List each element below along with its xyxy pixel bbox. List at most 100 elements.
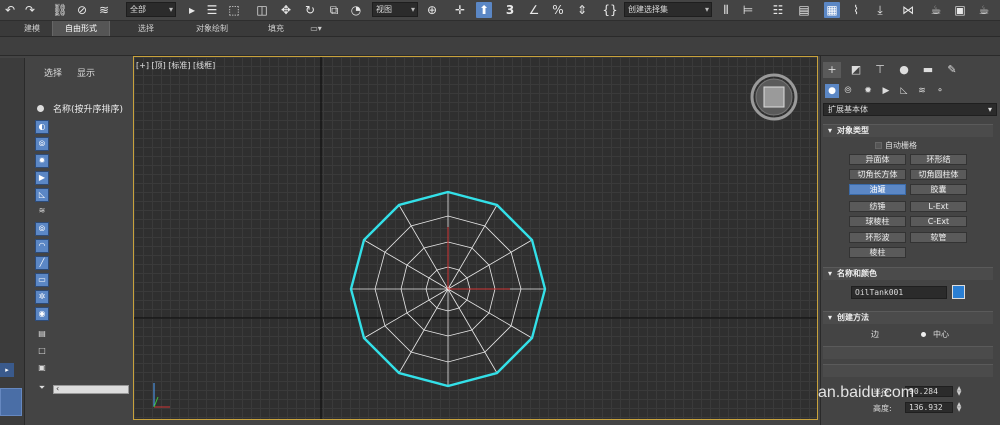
button-spindle[interactable]: 纺锤	[849, 201, 906, 212]
material-editor-icon[interactable]: ⋈	[900, 2, 916, 18]
rollout-creation-method[interactable]: 创建方法	[823, 311, 993, 324]
layer-manager-icon[interactable]: ☷	[770, 2, 786, 18]
unlink-icon[interactable]: ⊘	[74, 2, 90, 18]
align-icon[interactable]: ⊨	[740, 2, 756, 18]
spinner-snap-icon[interactable]: ⇕	[574, 2, 590, 18]
reference-coordinate-dropdown[interactable]: 视图	[372, 2, 418, 17]
rectangular-selection-icon[interactable]: ⬚	[226, 2, 242, 18]
transform-gizmo-icon[interactable]: ✛	[452, 2, 468, 18]
mirror-icon[interactable]: ⫴	[718, 2, 734, 18]
render-frame-icon[interactable]: ▣	[952, 2, 968, 18]
tab-display[interactable]: ▬	[919, 62, 937, 78]
select-none-icon[interactable]: □	[35, 345, 49, 359]
helpers-icon[interactable]: ◺	[897, 84, 911, 98]
height-spinner[interactable]: 136.932	[905, 402, 953, 413]
display-lights-icon[interactable]: ✹	[35, 154, 49, 168]
select-by-name-icon[interactable]: ☰	[204, 2, 220, 18]
filter-icon[interactable]: ⏷	[35, 382, 49, 396]
systems-icon[interactable]: ⚬	[933, 84, 947, 98]
curve-editor-icon[interactable]: ⌇	[848, 2, 864, 18]
object-color-swatch[interactable]	[952, 285, 965, 299]
display-geometry-icon[interactable]: ◐	[35, 120, 49, 134]
tab-freeform[interactable]: 自由形式	[52, 21, 110, 36]
tab-modeling[interactable]: 建模	[14, 21, 50, 36]
named-selection-set-dropdown[interactable]: 创建选择集	[624, 2, 712, 17]
name-column-header[interactable]: 名称(按升序排序)	[53, 102, 123, 115]
autogrid-checkbox[interactable]	[875, 142, 882, 149]
button-chamfer-cylinder[interactable]: 切角圆柱体	[910, 169, 967, 180]
horizontal-scrollbar[interactable]: ‹	[53, 384, 129, 394]
menu-select[interactable]: 选择	[44, 66, 62, 79]
rollout-keyboard-entry[interactable]	[823, 346, 993, 359]
tab-modify[interactable]: ◩	[847, 62, 865, 78]
tab-hierarchy[interactable]: ⊤	[871, 62, 889, 78]
tab-motion[interactable]: ●	[895, 62, 913, 78]
height-spinner-arrows[interactable]: ▲ ▼	[955, 402, 963, 413]
display-containers-icon[interactable]: ▭	[35, 273, 49, 287]
button-hedra[interactable]: 异面体	[849, 154, 906, 165]
display-xrefs-icon[interactable]: ◠	[35, 239, 49, 253]
display-spacewarps-icon[interactable]: ≋	[35, 205, 49, 219]
scale-icon[interactable]: ⧉	[326, 2, 342, 18]
rollout-object-type[interactable]: 对象类型	[823, 124, 993, 137]
button-c-ext[interactable]: C-Ext	[910, 216, 967, 227]
tab-populate[interactable]: 填充	[258, 21, 294, 36]
placement-icon[interactable]: ◔	[348, 2, 364, 18]
undo-icon[interactable]: ↶	[2, 2, 18, 18]
display-helpers-icon[interactable]: ◺	[35, 188, 49, 202]
tab-selection[interactable]: 选择	[126, 21, 166, 36]
window-crossing-icon[interactable]: ◫	[254, 2, 270, 18]
snap-toggle-icon[interactable]: 3	[502, 2, 518, 18]
creation-center-radio[interactable]	[921, 332, 926, 337]
lights-icon[interactable]: ✹	[861, 84, 875, 98]
keyboard-shortcut-override-icon[interactable]: ⬆	[476, 2, 492, 18]
category-dropdown[interactable]: 扩展基本体 ▾	[823, 103, 997, 116]
display-bones-icon[interactable]: ╱	[35, 256, 49, 270]
graphite-toolbar-icon[interactable]: ▦	[824, 2, 840, 18]
schematic-view-icon[interactable]: ⤓	[872, 2, 888, 18]
rollout-parameters[interactable]	[823, 364, 993, 377]
button-prism[interactable]: 棱柱	[849, 247, 906, 258]
bind-spacewarp-icon[interactable]: ≋	[96, 2, 112, 18]
button-capsule[interactable]: 胶囊	[910, 184, 967, 195]
display-shapes-icon[interactable]: ⦾	[35, 137, 49, 151]
button-oil-tank[interactable]: 油罐	[849, 184, 906, 195]
display-cameras-icon[interactable]: ▶	[35, 171, 49, 185]
cameras-icon[interactable]: ▶	[879, 84, 893, 98]
explorer-tab-button[interactable]	[0, 388, 22, 416]
creation-edge-label[interactable]: 边	[871, 329, 879, 340]
move-icon[interactable]: ✥	[278, 2, 294, 18]
percent-snap-icon[interactable]: %	[550, 2, 566, 18]
button-hose[interactable]: 软管	[910, 232, 967, 243]
menu-display[interactable]: 显示	[77, 66, 95, 79]
render-setup-icon[interactable]: ☕	[928, 2, 944, 18]
creation-center-label[interactable]: 中心	[933, 329, 949, 340]
object-name-field[interactable]: OilTank001	[851, 286, 947, 299]
scene-explorer-icon[interactable]: ▤	[796, 2, 812, 18]
display-groups-icon[interactable]: ⦾	[35, 222, 49, 236]
tab-utilities[interactable]: ✎	[943, 62, 961, 78]
shapes-icon[interactable]: ⦾	[841, 84, 855, 98]
radius-spinner-arrows[interactable]: ▲ ▼	[955, 386, 963, 397]
rollout-name-color[interactable]: 名称和颜色	[823, 267, 993, 280]
select-object-icon[interactable]: ▸	[184, 2, 200, 18]
button-gengon[interactable]: 球棱柱	[849, 216, 906, 227]
tab-object-paint[interactable]: 对象绘制	[182, 21, 242, 36]
button-l-ext[interactable]: L-Ext	[910, 201, 967, 212]
pivot-center-icon[interactable]: ⊕	[424, 2, 440, 18]
selection-filter-dropdown[interactable]: 全部	[126, 2, 176, 17]
spacewarps-icon[interactable]: ≋	[915, 84, 929, 98]
rotate-icon[interactable]: ↻	[302, 2, 318, 18]
expand-arrow-icon[interactable]: ▸	[0, 363, 14, 377]
redo-icon[interactable]: ↷	[22, 2, 38, 18]
tab-create[interactable]: +	[823, 62, 841, 78]
button-ringwave[interactable]: 环形波	[849, 232, 906, 243]
geometry-icon[interactable]: ●	[825, 84, 839, 98]
display-particles-icon[interactable]: ✲	[35, 290, 49, 304]
display-hidden-icon[interactable]: ◉	[35, 307, 49, 321]
button-torus-knot[interactable]: 环形结	[910, 154, 967, 165]
render-icon[interactable]: ☕	[976, 2, 992, 18]
edit-named-selection-icon[interactable]: {}	[602, 2, 618, 18]
angle-snap-icon[interactable]: ∠	[526, 2, 542, 18]
select-invert-icon[interactable]: ▣	[35, 362, 49, 376]
